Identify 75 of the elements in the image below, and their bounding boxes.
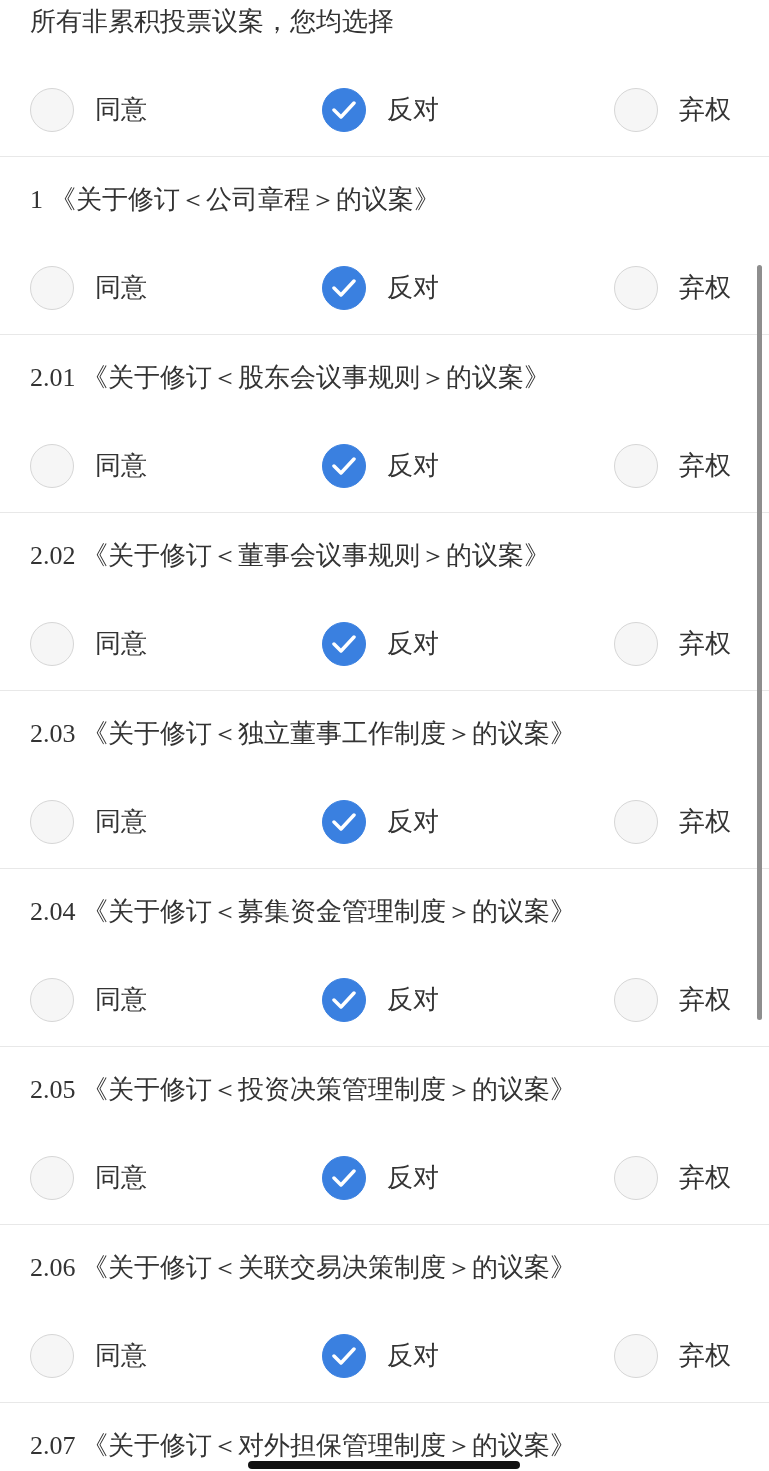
vote-option[interactable]: 同意 [30,87,322,132]
vote-option[interactable]: 弃权 [614,799,769,844]
vote-option[interactable]: 反对 [322,621,614,666]
radio-button[interactable] [322,87,366,132]
option-label: 反对 [387,805,439,838]
check-icon [332,812,356,831]
option-label: 弃权 [679,1161,731,1194]
option-label: 反对 [387,1161,439,1194]
option-label: 弃权 [679,805,731,838]
option-label: 同意 [95,627,147,660]
home-indicator[interactable] [248,1461,520,1469]
option-label: 反对 [387,983,439,1016]
option-label: 反对 [387,627,439,660]
vote-option[interactable]: 同意 [30,1333,322,1378]
vote-option[interactable]: 同意 [30,1155,322,1200]
vote-option[interactable]: 同意 [30,977,322,1022]
option-label: 同意 [95,271,147,304]
batch-vote-heading: 所有非累积投票议案，您均选择 [30,6,394,38]
vote-option[interactable]: 反对 [322,87,614,132]
check-icon [332,100,356,119]
option-label: 反对 [387,1339,439,1372]
check-icon [332,278,356,297]
option-label: 弃权 [679,627,731,660]
proposal-title: 2.07 《关于修订＜对外担保管理制度＞的议案》 [30,1429,576,1462]
vote-option[interactable]: 同意 [30,799,322,844]
radio-button[interactable] [322,799,366,844]
radio-button[interactable] [322,443,366,488]
vote-option[interactable]: 弃权 [614,265,769,310]
proposal-title: 2.02 《关于修订＜董事会议事规则＞的议案》 [30,539,550,572]
proposal-title: 2.05 《关于修订＜投资决策管理制度＞的议案》 [30,1073,576,1106]
vote-option[interactable]: 同意 [30,443,322,488]
option-label: 同意 [95,449,147,482]
option-label: 反对 [387,93,439,126]
option-label: 同意 [95,983,147,1016]
check-icon [332,1346,356,1365]
vote-option[interactable]: 反对 [322,1155,614,1200]
vote-option[interactable]: 同意 [30,265,322,310]
vote-option[interactable]: 反对 [322,265,614,310]
vote-option[interactable]: 弃权 [614,977,769,1022]
check-icon [332,990,356,1009]
proposal-title: 2.01 《关于修订＜股东会议事规则＞的议案》 [30,361,550,394]
proposal-title: 2.04 《关于修订＜募集资金管理制度＞的议案》 [30,895,576,928]
option-label: 弃权 [679,449,731,482]
option-label: 同意 [95,1161,147,1194]
option-label: 同意 [95,1339,147,1372]
vote-option[interactable]: 同意 [30,621,322,666]
radio-button[interactable] [322,621,366,666]
radio-button[interactable] [322,1155,366,1200]
option-label: 弃权 [679,93,731,126]
vote-option[interactable]: 弃权 [614,1155,769,1200]
vote-option[interactable]: 弃权 [614,621,769,666]
radio-button[interactable] [322,977,366,1022]
option-label: 弃权 [679,983,731,1016]
vote-option[interactable]: 反对 [322,977,614,1022]
check-icon [332,634,356,653]
vote-option[interactable]: 反对 [322,1333,614,1378]
check-icon [332,1168,356,1187]
option-label: 弃权 [679,1339,731,1372]
option-label: 反对 [387,271,439,304]
vote-option[interactable]: 弃权 [614,1333,769,1378]
vote-option[interactable]: 反对 [322,799,614,844]
proposal-title: 1 《关于修订＜公司章程＞的议案》 [30,183,440,216]
option-label: 反对 [387,449,439,482]
proposal-title: 2.03 《关于修订＜独立董事工作制度＞的议案》 [30,717,576,750]
radio-button[interactable] [322,1333,366,1378]
proposal-title: 2.06 《关于修订＜关联交易决策制度＞的议案》 [30,1251,576,1284]
option-label: 弃权 [679,271,731,304]
option-label: 同意 [95,805,147,838]
vote-option[interactable]: 反对 [322,443,614,488]
option-label: 同意 [95,93,147,126]
vote-option[interactable]: 弃权 [614,443,769,488]
vote-option[interactable]: 弃权 [614,87,769,132]
check-icon [332,456,356,475]
radio-button[interactable] [322,265,366,310]
scrollbar[interactable] [757,265,762,1020]
